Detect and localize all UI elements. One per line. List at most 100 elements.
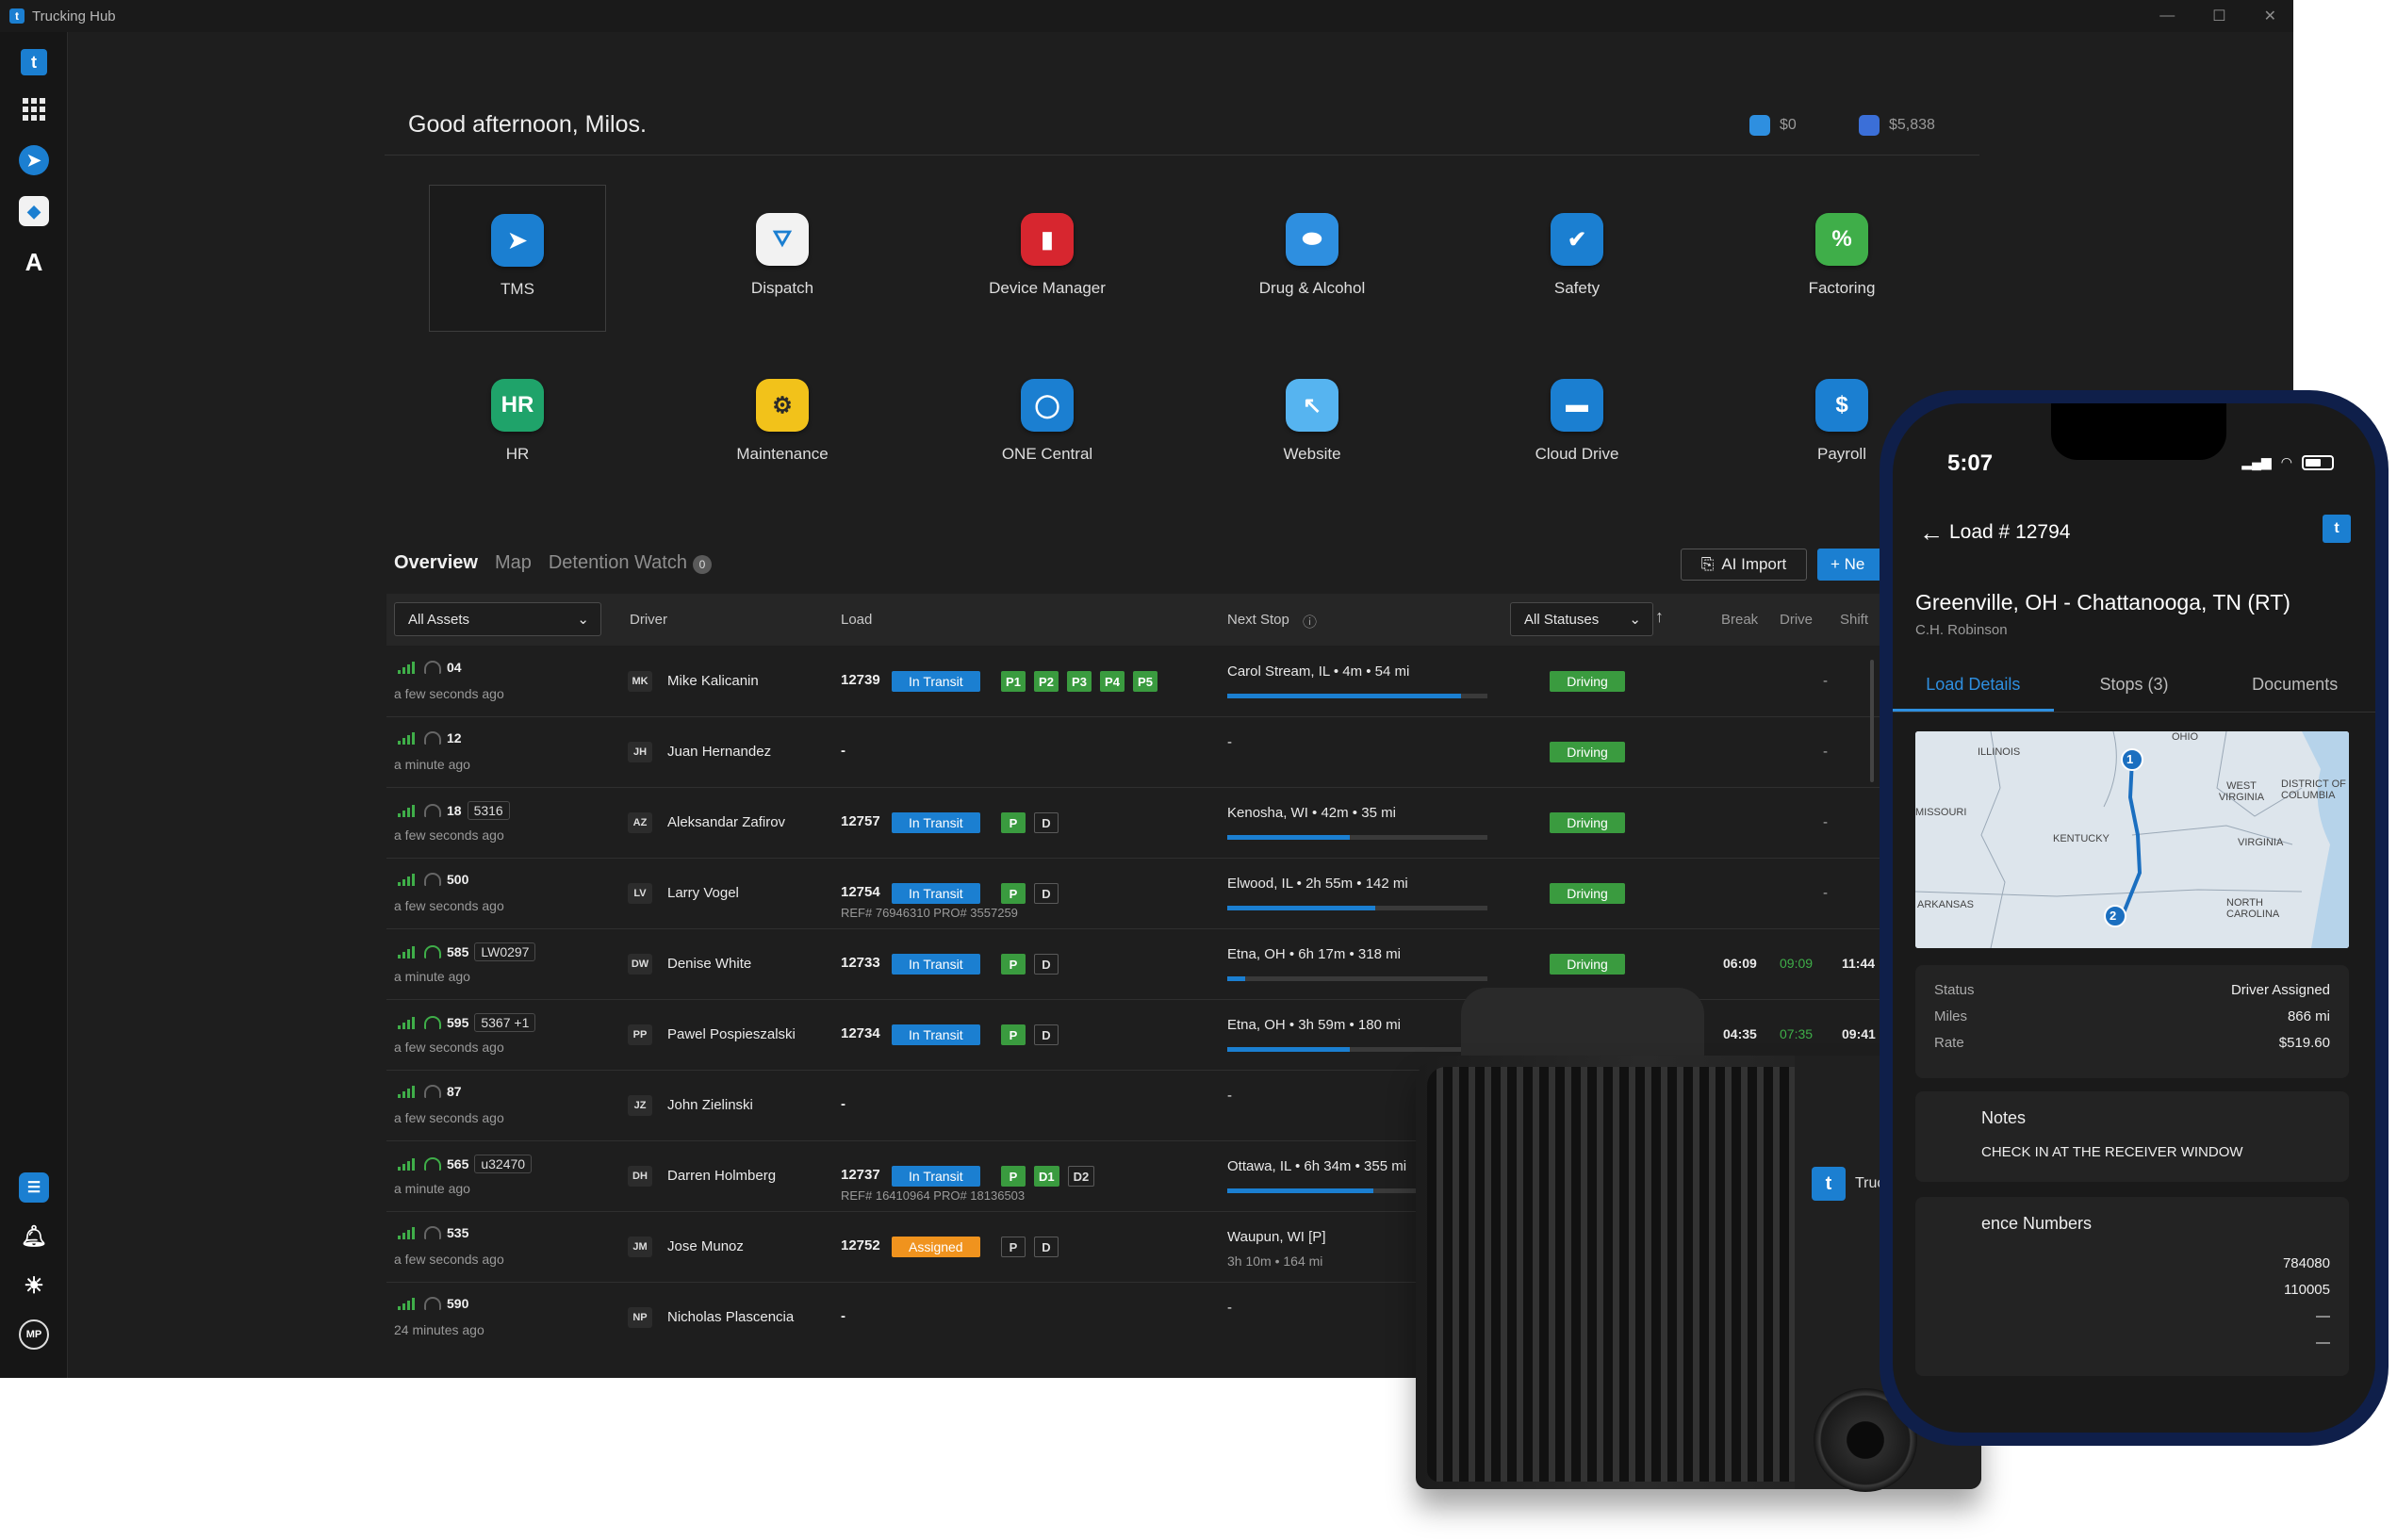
asset-cell[interactable]: 595 5367 +1 [398, 1013, 536, 1032]
close-button[interactable]: ✕ [2264, 7, 2276, 25]
driver-name[interactable]: Denise White [667, 956, 751, 972]
asset-cell[interactable]: 04 [398, 660, 462, 675]
load-number[interactable]: 12733 [841, 955, 880, 971]
stop-chip[interactable]: P [1001, 1024, 1026, 1045]
table-scrollbar[interactable] [1870, 660, 1874, 782]
brand-logo-icon: t [1812, 1167, 1846, 1201]
tab-map[interactable]: Map [495, 552, 532, 574]
stop-chip[interactable]: P5 [1133, 671, 1157, 692]
stop-chip[interactable]: P1 [1001, 671, 1026, 692]
next-stop-eta: 3h 10m • 164 mi [1227, 1253, 1323, 1269]
status-filter-select[interactable]: All Statuses ⌄ [1510, 602, 1653, 636]
sort-icon[interactable]: ↑ [1655, 607, 1664, 627]
stop-chip[interactable]: D [1034, 1024, 1059, 1045]
tab-stops[interactable]: Stops (3) [2054, 656, 2215, 712]
stop-chip[interactable]: D [1034, 954, 1059, 975]
asset-cell[interactable]: 500 [398, 872, 468, 887]
load-number[interactable]: - [841, 1096, 846, 1112]
stop-chip[interactable]: D [1034, 883, 1059, 904]
chat-icon[interactable]: ☰ [19, 1172, 49, 1203]
driver-name[interactable]: Pawel Pospieszalski [667, 1026, 796, 1042]
stop-chip[interactable]: P [1001, 1166, 1026, 1187]
balance-fuel[interactable]: $0 [1749, 115, 1797, 136]
app-tile-one-central[interactable]: ◯ ONE Central [959, 351, 1136, 498]
load-number[interactable]: 12739 [841, 672, 880, 688]
ai-import-button[interactable]: ⎘ AI Import [1681, 549, 1807, 581]
app-tile-website[interactable]: ↖ Website [1223, 351, 1401, 498]
app-tile-device-manager[interactable]: ▮ Device Manager [959, 185, 1136, 332]
last-seen: 24 minutes ago [394, 1322, 484, 1337]
driver-name[interactable]: Mike Kalicanin [667, 673, 759, 689]
asset-filter-select[interactable]: All Assets ⌄ [394, 602, 601, 636]
app-tile-maintenance[interactable]: ⚙ Maintenance [694, 351, 871, 498]
dispatch-nav-icon[interactable]: ◆ [19, 196, 49, 226]
table-row[interactable]: 04 a few seconds ago MK Mike Kalicanin 12739… [386, 647, 1880, 717]
load-number[interactable]: 12737 [841, 1167, 880, 1183]
app-tile-cloud-drive[interactable]: ▬ Cloud Drive [1488, 351, 1666, 498]
load-number[interactable]: 12734 [841, 1025, 880, 1041]
app-tile-safety[interactable]: ✔ Safety [1488, 185, 1666, 332]
stop-chip[interactable]: P [1001, 954, 1026, 975]
load-number[interactable]: 12757 [841, 813, 880, 829]
map-pin-2[interactable]: 2 [2110, 909, 2116, 923]
app-grid-icon[interactable] [19, 94, 49, 124]
load-number[interactable]: 12752 [841, 1237, 880, 1253]
tab-overview[interactable]: Overview [394, 552, 478, 574]
table-row[interactable]: 12 a minute ago JH Juan Hernandez - - Driving - [386, 717, 1880, 788]
app-tile-factoring[interactable]: % Factoring [1753, 185, 1930, 332]
stop-chip[interactable]: P [1001, 812, 1026, 833]
rate-value: $519.60 [2278, 1035, 2330, 1051]
asset-cell[interactable]: 585 LW0297 [398, 942, 536, 961]
last-seen: a few seconds ago [394, 686, 504, 701]
home-logo-icon[interactable]: t [21, 49, 47, 75]
asset-cell[interactable]: 12 [398, 730, 462, 745]
app-tile-drug-alcohol[interactable]: ⬬ Drug & Alcohol [1223, 185, 1401, 332]
asset-cell[interactable]: 565 u32470 [398, 1155, 533, 1173]
route-map[interactable]: 1 2 ILLINOIS OHIO WEST VIRGINIA DISTRICT… [1915, 731, 2349, 948]
app-tile-hr[interactable]: HR HR [429, 351, 606, 498]
stop-chip[interactable]: P2 [1034, 671, 1059, 692]
table-row[interactable]: 500 a few seconds ago LV Larry Vogel 12754 In… [386, 859, 1880, 929]
app-tile-dispatch[interactable]: ⛛ Dispatch [694, 185, 871, 332]
phone-logo-icon[interactable]: t [2323, 515, 2351, 543]
maximize-button[interactable]: ☐ [2212, 7, 2225, 25]
asset-cell[interactable]: 590 [398, 1296, 468, 1311]
stop-chip[interactable]: D [1034, 1237, 1059, 1257]
tab-load-details[interactable]: Load Details [1893, 656, 2054, 712]
table-row[interactable]: 18 5316 a few seconds ago AZ Aleksandar Zafi… [386, 788, 1880, 859]
driver-name[interactable]: Larry Vogel [667, 885, 739, 901]
load-number[interactable]: - [841, 743, 846, 759]
tab-documents[interactable]: Documents [2214, 656, 2375, 712]
asset-cell[interactable]: 87 [398, 1084, 462, 1099]
load-number[interactable]: 12754 [841, 884, 880, 900]
user-avatar[interactable]: MP [19, 1319, 49, 1350]
driver-name[interactable]: Jose Munoz [667, 1238, 744, 1254]
asset-cell[interactable]: 18 5316 [398, 801, 510, 820]
balance-card[interactable]: $5,838 [1859, 115, 1935, 136]
asset-cell[interactable]: 535 [398, 1225, 468, 1240]
a-app-nav-icon[interactable]: A [19, 247, 49, 277]
stop-chips: PD [1001, 1237, 1059, 1257]
info-icon[interactable]: ⓘ [1303, 612, 1317, 631]
load-number[interactable]: - [841, 1308, 846, 1324]
driver-name[interactable]: Juan Hernandez [667, 744, 771, 760]
driver-name[interactable]: Darren Holmberg [667, 1168, 776, 1184]
stop-chip[interactable]: D1 [1034, 1166, 1059, 1187]
stop-chip[interactable]: P4 [1100, 671, 1125, 692]
stop-chip[interactable]: D2 [1067, 1166, 1095, 1187]
driver-name[interactable]: John Zielinski [667, 1097, 753, 1113]
stop-chip[interactable]: P [1001, 1237, 1026, 1257]
stop-chip[interactable]: P3 [1067, 671, 1092, 692]
theme-sun-icon[interactable]: ☀ [19, 1270, 49, 1301]
app-tile-tms[interactable]: ➤ TMS [429, 185, 606, 332]
minimize-button[interactable]: — [2159, 8, 2175, 25]
bell-icon[interactable]: 🔔︎ [19, 1221, 49, 1252]
back-arrow-icon[interactable]: ← [1919, 518, 1944, 548]
map-pin-1[interactable]: 1 [2126, 752, 2133, 766]
tab-detention-watch[interactable]: Detention Watch 0 [549, 552, 712, 574]
stop-chip[interactable]: P [1001, 883, 1026, 904]
stop-chip[interactable]: D [1034, 812, 1059, 833]
driver-name[interactable]: Aleksandar Zafirov [667, 814, 785, 830]
tms-nav-icon[interactable]: ➤ [19, 145, 49, 175]
driver-name[interactable]: Nicholas Plascencia [667, 1309, 794, 1325]
